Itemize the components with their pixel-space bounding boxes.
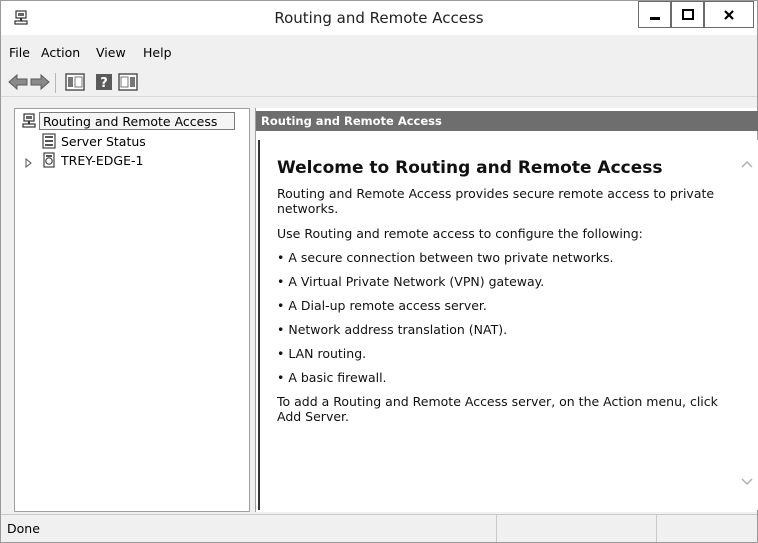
bullet-item: • A Dial-up remote access server.	[277, 298, 487, 313]
use-line: Use Routing and remote access to configu…	[277, 226, 643, 241]
back-arrow-icon[interactable]	[7, 72, 29, 92]
bullet-item: • Network address translation (NAT).	[277, 322, 508, 337]
tree-item-label: TREY-EDGE-1	[61, 153, 144, 168]
details-pane: Routing and Remote Access Welcome to Rou…	[255, 108, 758, 512]
tree-root-routing-and-remote-access[interactable]: Routing and Remote Access	[19, 112, 245, 132]
maximize-button[interactable]	[671, 1, 704, 28]
toolbar: ?	[1, 69, 757, 97]
welcome-panel: Welcome to Routing and Remote Access Rou…	[258, 140, 758, 510]
menu-bar: File Action View Help	[1, 42, 757, 64]
server-status-icon	[41, 133, 57, 152]
help-icon[interactable]: ?	[93, 72, 115, 92]
tree-item-label: Server Status	[61, 134, 146, 149]
scroll-down-icon[interactable]	[740, 476, 754, 486]
intro-text: Routing and Remote Access provides secur…	[277, 186, 715, 216]
svg-text:?: ?	[100, 76, 108, 91]
expand-arrow-icon[interactable]	[25, 156, 33, 171]
bullet-item: • A Virtual Private Network (VPN) gatewa…	[277, 274, 545, 289]
details-header: Routing and Remote Access	[256, 111, 758, 131]
minimize-button[interactable]	[638, 1, 671, 28]
bullet-item: • A secure connection between two privat…	[277, 250, 614, 265]
toolbar-separator	[55, 73, 56, 93]
status-divider	[496, 515, 497, 542]
tree-item-trey-edge-1[interactable]: TREY-EDGE-1	[19, 152, 239, 170]
tree-root-label: Routing and Remote Access	[43, 114, 218, 129]
footer-text: To add a Routing and Remote Access serve…	[277, 394, 718, 424]
menu-action[interactable]: Action	[41, 45, 80, 60]
forward-arrow-icon[interactable]	[29, 72, 51, 92]
status-text: Done	[7, 521, 40, 536]
main-window: Routing and Remote Access File Action Vi…	[0, 0, 758, 543]
menu-view[interactable]: View	[96, 45, 126, 60]
server-icon	[41, 152, 57, 171]
menu-help[interactable]: Help	[143, 45, 172, 60]
title-bar[interactable]: Routing and Remote Access	[1, 1, 757, 35]
bullet-item: • A basic firewall.	[277, 370, 387, 385]
scroll-up-icon[interactable]	[740, 158, 754, 168]
welcome-title: Welcome to Routing and Remote Access	[277, 158, 663, 178]
show-hide-action-pane-icon[interactable]	[117, 72, 139, 92]
console-tree: Routing and Remote Access Server Status	[14, 108, 250, 512]
show-hide-console-tree-icon[interactable]	[64, 72, 86, 92]
menu-file[interactable]: File	[9, 45, 30, 60]
routing-server-icon	[21, 113, 37, 132]
tree-item-server-status[interactable]: Server Status	[19, 133, 239, 151]
bullet-item: • LAN routing.	[277, 346, 367, 361]
status-bar: Done	[1, 514, 757, 542]
status-divider	[656, 515, 657, 542]
close-button[interactable]	[704, 1, 754, 28]
